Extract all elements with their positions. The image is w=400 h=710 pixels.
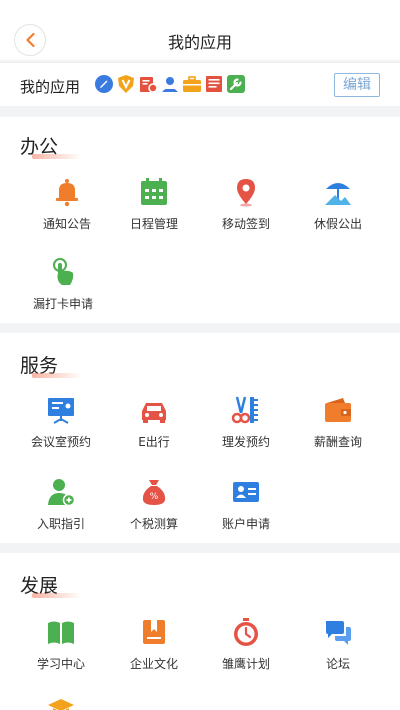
cert-icon[interactable] [138,74,158,94]
section-title: 服务 [20,351,82,378]
page-title: 我的应用 [167,33,232,52]
app-graduation[interactable] [11,695,111,710]
app-eaglet-program[interactable]: 雏鹰计划 [196,617,296,672]
app-checkin[interactable]: 移动签到 [196,177,296,232]
app-haircut[interactable]: 理发预约 [196,395,296,450]
beach-umbrella-icon [325,183,351,205]
section-service: 服务 会议室预约 E出行 理发预约 薪酬查询 入职指引 % 个税测算 账户申请 [0,333,400,543]
app-missed-punch[interactable]: 漏打卡申请 [13,257,113,312]
chat-bubbles-icon [326,621,351,645]
id-card-icon [233,482,259,502]
section-development: 发展 学习中心 企业文化 雏鹰计划 论坛 [0,553,400,710]
news-icon[interactable] [204,74,224,94]
section-title: 办公 [20,132,82,159]
user-badge-icon[interactable] [160,74,180,94]
app-onboarding[interactable]: 入职指引 [11,477,111,532]
graduation-cap-icon [48,699,74,710]
bell-icon [56,179,78,207]
calendar-icon [141,178,167,205]
app-account-request[interactable]: 账户申请 [196,477,296,532]
wallet-icon [325,398,351,422]
money-bag-icon: % [142,480,166,505]
edit-pen-icon[interactable] [94,74,114,94]
presentation-board-icon [48,398,74,424]
app-e-travel[interactable]: E出行 [104,395,204,450]
app-header: 我的应用 [0,0,400,60]
briefcase-icon[interactable] [182,74,202,94]
app-schedule[interactable]: 日程管理 [104,177,204,232]
stopwatch-icon [234,618,258,646]
scissors-comb-icon [231,396,258,424]
app-notice[interactable]: 通知公告 [17,177,117,232]
location-pin-icon [237,179,255,207]
v-shield-icon[interactable] [116,74,136,94]
my-apps-icon-strip [94,74,246,96]
open-book-icon [48,621,74,644]
app-salary[interactable]: 薪酬查询 [288,395,388,450]
app-forum[interactable]: 论坛 [288,617,388,672]
edit-button[interactable]: 编辑 [334,73,380,97]
svg-text:%: % [150,492,159,502]
my-apps-label: 我的应用 [20,78,81,96]
app-meeting-room[interactable]: 会议室预约 [11,395,111,450]
tap-hand-icon [53,258,74,285]
section-office: 办公 通知公告 日程管理 移动签到 休假公出 漏打卡申请 [0,117,400,323]
app-leave[interactable]: 休假公出 [288,177,388,232]
app-corporate-culture[interactable]: 企业文化 [104,617,204,672]
my-apps-bar: 我的应用 编辑 [0,62,400,106]
bookmark-book-icon [143,620,165,644]
wrench-icon[interactable] [226,74,246,94]
app-learning-center[interactable]: 学习中心 [11,617,111,672]
person-add-icon [48,479,76,507]
car-icon [142,403,166,423]
app-tax-calc[interactable]: % 个税测算 [104,477,204,532]
section-title: 发展 [20,571,82,598]
